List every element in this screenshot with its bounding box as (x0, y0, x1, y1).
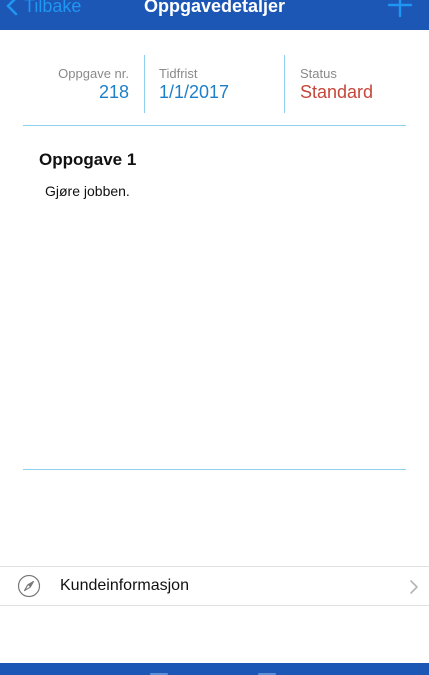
chevron-right-icon (410, 580, 418, 594)
status-label: Status (300, 66, 337, 81)
compass-icon (17, 574, 41, 598)
task-title: Oppogave 1 (39, 150, 137, 169)
plus-icon[interactable] (387, 0, 413, 18)
page-title: Oppgavedetaljer (143, 0, 286, 16)
deadline-value: 1/1/2017 (159, 82, 230, 102)
task-info-row: Oppgave nr. 218 Tidfrist 1/1/2017 Status… (0, 55, 429, 113)
status-cell: Status Standard (285, 55, 429, 113)
divider (23, 125, 406, 126)
tab-bar (0, 663, 429, 675)
customer-info-row[interactable]: Kundeinformasjon (0, 566, 429, 606)
deadline-label: Tidfrist (159, 66, 198, 81)
deadline-cell: Tidfrist 1/1/2017 (145, 55, 284, 113)
task-number-value: 218 (98, 82, 129, 102)
task-description: Gjøre jobben. (45, 183, 130, 199)
status-value: Standard (300, 82, 374, 102)
task-number-cell: Oppgave nr. 218 (0, 55, 144, 113)
task-number-label: Oppgave nr. (58, 66, 129, 81)
customer-info-label: Kundeinformasjon (60, 577, 189, 594)
navigation-bar: Tilbake Oppgavedetaljer (0, 0, 429, 30)
screen: Tilbake Oppgavedetaljer Oppgave nr. 218 … (0, 0, 429, 675)
divider (23, 469, 406, 470)
